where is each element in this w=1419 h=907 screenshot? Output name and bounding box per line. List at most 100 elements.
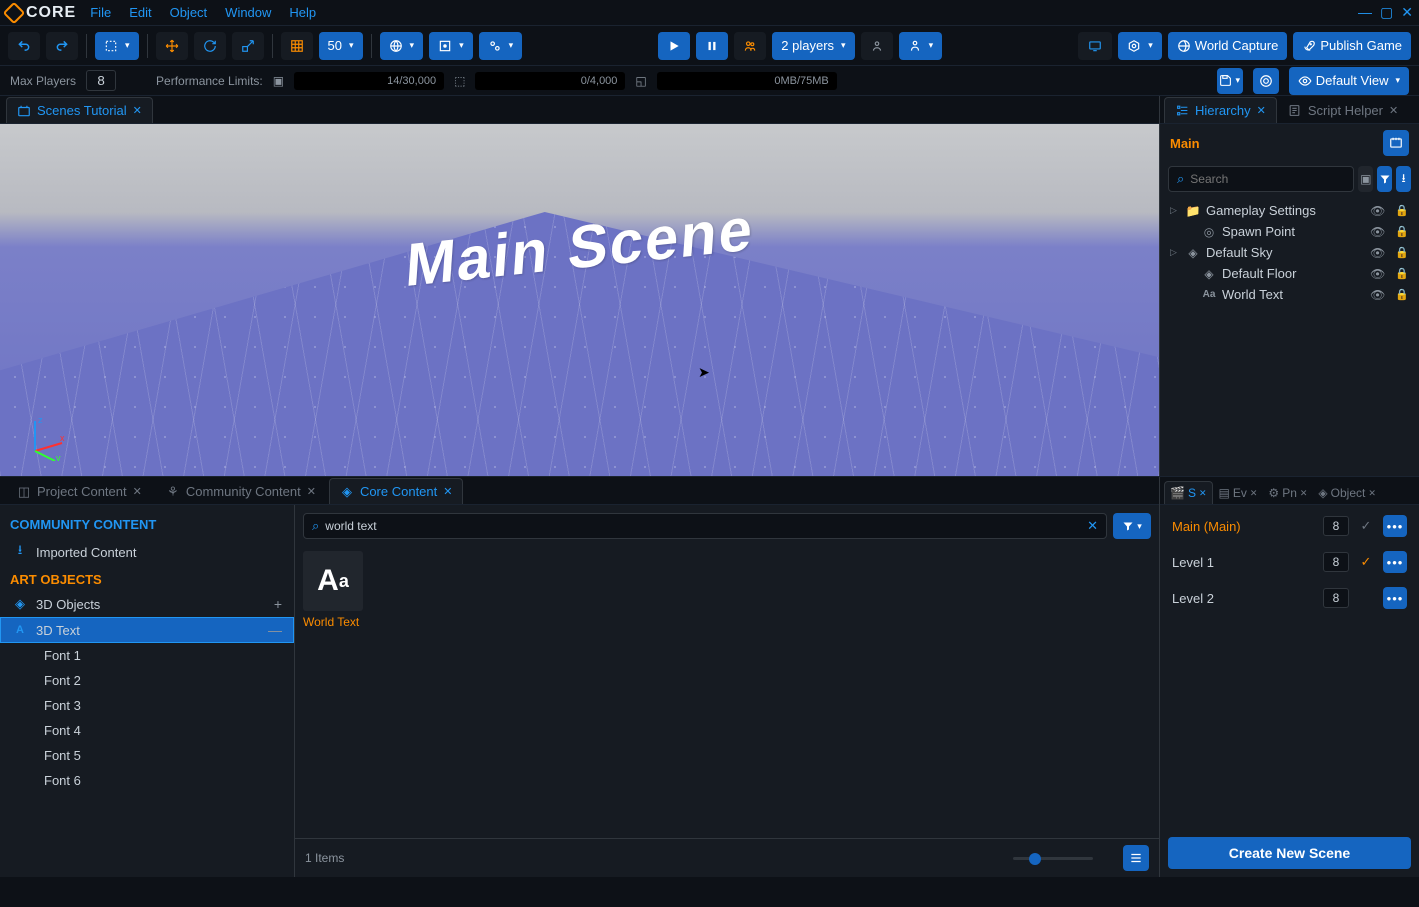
tab-project-content[interactable]: ◫Project Content✕ (6, 478, 153, 504)
device-preview-button[interactable] (1078, 32, 1112, 60)
lock-icon[interactable]: 🔒 (1395, 288, 1409, 301)
tab-community-content[interactable]: ⚘Community Content✕ (155, 478, 327, 504)
visibility-icon[interactable]: 👁 (1370, 288, 1385, 302)
world-capture-button[interactable]: World Capture (1168, 32, 1288, 60)
collapse-icon[interactable]: — (268, 622, 282, 638)
check-icon[interactable]: ✓ (1357, 590, 1375, 606)
scene-player-count[interactable]: 8 (1323, 588, 1349, 608)
tab-core-content[interactable]: ◈Core Content✕ (329, 478, 464, 504)
visibility-icon[interactable]: 👁 (1370, 204, 1385, 218)
menu-edit[interactable]: Edit (129, 5, 151, 20)
thumbnail-size-slider[interactable] (354, 857, 1113, 860)
tree-category[interactable]: ◈3D Objects+ (0, 591, 294, 617)
lock-icon[interactable]: 🔒 (1395, 267, 1409, 280)
tree-item[interactable]: Font 4 (0, 718, 294, 743)
asset-item[interactable]: Aa World Text (303, 551, 365, 629)
tree-item[interactable]: ◎Spawn Point👁🔒 (1160, 221, 1419, 242)
collapse-button[interactable]: ⭳ (1396, 166, 1411, 192)
content-search[interactable]: ⌕ ✕ (303, 513, 1107, 539)
tab-scenes[interactable]: 🎬S✕ (1164, 481, 1213, 504)
tab-object[interactable]: ◈Object✕ (1313, 482, 1380, 504)
tree-item[interactable]: AaWorld Text👁🔒 (1160, 284, 1419, 305)
tab-script-helper[interactable]: Script Helper ✕ (1277, 97, 1409, 123)
tree-item[interactable]: ◈Default Floor👁🔒 (1160, 263, 1419, 284)
close-tab-icon[interactable]: ✕ (1250, 488, 1258, 499)
bot-button[interactable] (861, 32, 893, 60)
tab-properties[interactable]: ⚙Pn✕ (1263, 482, 1312, 504)
menu-window[interactable]: Window (225, 5, 271, 20)
tree-item[interactable]: Font 3 (0, 693, 294, 718)
character-dropdown[interactable] (899, 32, 943, 60)
scene-menu-button[interactable] (1383, 130, 1409, 156)
undo-button[interactable] (8, 32, 40, 60)
filter-button[interactable] (1377, 166, 1392, 192)
outline-view-button[interactable]: ▣ (1358, 166, 1373, 192)
lock-icon[interactable]: 🔒 (1395, 204, 1409, 217)
hierarchy-search-input[interactable] (1190, 172, 1345, 186)
close-tab-icon[interactable]: ✕ (133, 104, 142, 117)
scene-row[interactable]: Main (Main) 8 ✓ ••• (1164, 509, 1415, 543)
move-tool-button[interactable] (156, 32, 188, 60)
tree-item[interactable]: Font 5 (0, 743, 294, 768)
visibility-icon[interactable]: 👁 (1370, 267, 1385, 281)
close-tab-icon[interactable]: ✕ (443, 485, 452, 498)
players-dropdown[interactable]: 2 players (772, 32, 854, 60)
play-button[interactable] (658, 32, 690, 60)
tree-item[interactable]: Font 2 (0, 668, 294, 693)
help-button[interactable] (1253, 68, 1279, 94)
check-icon[interactable]: ✓ (1357, 554, 1375, 570)
tree-item[interactable]: ▷◈Default Sky👁🔒 (1160, 242, 1419, 263)
close-tab-icon[interactable]: ✕ (1300, 488, 1308, 499)
select-mode-button[interactable] (95, 32, 139, 60)
clear-search-icon[interactable]: ✕ (1087, 518, 1098, 534)
multiplayer-preview-button[interactable] (734, 32, 766, 60)
tab-events[interactable]: ▤Ev✕ (1214, 482, 1263, 504)
list-view-button[interactable] (1123, 845, 1149, 871)
scene-menu-button[interactable]: ••• (1383, 551, 1407, 573)
menu-help[interactable]: Help (289, 5, 316, 20)
scene-menu-button[interactable]: ••• (1383, 515, 1407, 537)
grid-size-dropdown[interactable]: 50 (319, 32, 363, 60)
tree-category-selected[interactable]: A3D Text— (0, 617, 294, 643)
view-mode-dropdown[interactable]: Default View (1289, 67, 1409, 95)
tree-item[interactable]: Font 6 (0, 768, 294, 793)
expand-icon[interactable]: + (274, 596, 282, 612)
close-tab-icon[interactable]: ✕ (133, 485, 142, 498)
scene-row[interactable]: Level 2 8 ✓ ••• (1164, 581, 1415, 615)
world-space-dropdown[interactable] (380, 32, 424, 60)
settings-dropdown[interactable] (1118, 32, 1162, 60)
scale-tool-button[interactable] (232, 32, 264, 60)
grid-snap-button[interactable] (281, 32, 313, 60)
scene-menu-button[interactable]: ••• (1383, 587, 1407, 609)
snap-settings-dropdown[interactable] (429, 32, 473, 60)
save-dropdown[interactable] (1217, 68, 1243, 94)
menu-object[interactable]: Object (170, 5, 208, 20)
tree-category[interactable]: ⭳Imported Content (0, 536, 294, 568)
close-tab-icon[interactable]: ✕ (1257, 104, 1266, 117)
scene-player-count[interactable]: 8 (1323, 516, 1349, 536)
visibility-icon[interactable]: 👁 (1370, 225, 1385, 239)
content-search-input[interactable] (325, 519, 1081, 533)
create-scene-button[interactable]: Create New Scene (1168, 837, 1411, 869)
tab-scene[interactable]: Scenes Tutorial ✕ (6, 97, 153, 123)
rotate-tool-button[interactable] (194, 32, 226, 60)
publish-game-button[interactable]: Publish Game (1293, 32, 1411, 60)
menu-file[interactable]: File (90, 5, 111, 20)
max-players-input[interactable] (86, 70, 116, 91)
tab-hierarchy[interactable]: Hierarchy ✕ (1164, 97, 1277, 123)
close-icon[interactable]: ✕ (1401, 4, 1413, 21)
visibility-icon[interactable]: 👁 (1370, 246, 1385, 260)
close-tab-icon[interactable]: ✕ (1199, 488, 1207, 499)
viewport-3d[interactable]: Main Scene zxy ➤ (0, 124, 1159, 476)
maximize-icon[interactable]: ▢ (1380, 4, 1393, 21)
check-icon[interactable]: ✓ (1357, 518, 1375, 534)
lock-icon[interactable]: 🔒 (1395, 225, 1409, 238)
axis-gizmo[interactable]: zxy (20, 411, 70, 461)
hierarchy-search[interactable]: ⌕ (1168, 166, 1354, 192)
tree-item[interactable]: ▷📁Gameplay Settings👁🔒 (1160, 200, 1419, 221)
scene-player-count[interactable]: 8 (1323, 552, 1349, 572)
content-filter-button[interactable] (1113, 513, 1151, 539)
lock-icon[interactable]: 🔒 (1395, 246, 1409, 259)
pause-button[interactable] (696, 32, 728, 60)
scene-row[interactable]: Level 1 8 ✓ ••• (1164, 545, 1415, 579)
